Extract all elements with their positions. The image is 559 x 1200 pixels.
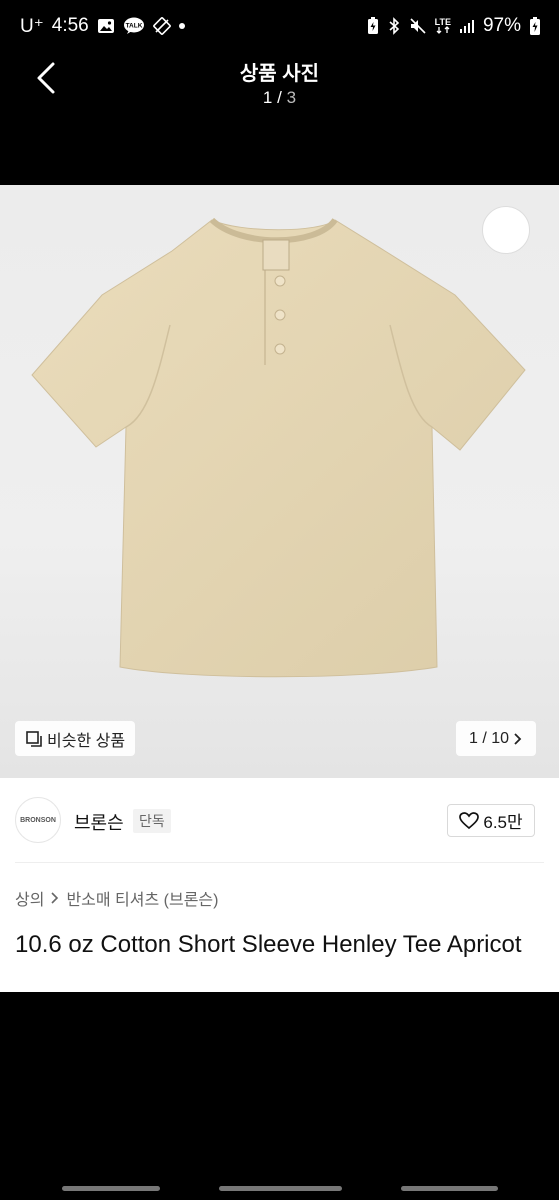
exclusive-badge: 단독 xyxy=(133,809,171,833)
brand-logo-text: BRONSON xyxy=(20,816,56,824)
breadcrumb-category-sub[interactable]: 반소매 티셔츠 (브론슨) xyxy=(66,886,218,910)
brand-logo[interactable]: BRONSON xyxy=(15,797,61,843)
mute-icon xyxy=(409,17,427,35)
kakaotalk-notification-icon: TALK xyxy=(123,17,145,35)
total-pages: 3 xyxy=(286,88,297,107)
battery-saver-icon xyxy=(367,17,379,35)
status-left: U⁺ 4:56 TALK xyxy=(20,15,185,38)
chevron-right-icon xyxy=(514,732,522,745)
photo-page-counter: 1 / 3 xyxy=(0,88,559,108)
image-counter-label: 1 / 10 xyxy=(468,729,510,747)
like-count: 6.5만 xyxy=(483,813,523,832)
heart-icon xyxy=(459,811,480,829)
lte-label: LTE xyxy=(434,17,451,27)
product-info-sheet: BRONSON 브론슨 단독 6.5만 상의 반소매 티셔츠 (브론슨) 10.… xyxy=(0,778,559,992)
carrier-label: U⁺ xyxy=(20,15,44,37)
page-title: 상품 사진 xyxy=(239,63,320,85)
category-breadcrumb: 상의 반소매 티셔츠 (브론슨) xyxy=(15,886,218,910)
henley-tee-image xyxy=(31,217,526,678)
like-button[interactable]: 6.5만 xyxy=(447,804,535,837)
status-bar: U⁺ 4:56 TALK LTE 97% xyxy=(0,0,559,52)
bluetooth-icon xyxy=(387,17,401,35)
nav-gesture-left[interactable] xyxy=(62,1186,160,1191)
product-image-gallery[interactable]: 비슷한 상품 1 / 10 xyxy=(0,185,559,778)
clock: 4:56 xyxy=(51,15,89,36)
copy-icon xyxy=(26,730,42,747)
screen-rotate-icon xyxy=(152,17,171,35)
breadcrumb-category-main[interactable]: 상의 xyxy=(15,886,44,910)
battery-percent: 97% xyxy=(482,15,521,36)
chevron-right-icon xyxy=(51,892,59,904)
signal-icon xyxy=(459,18,475,34)
similar-products-button[interactable]: 비슷한 상품 xyxy=(15,721,136,756)
more-notifications-dot xyxy=(178,23,185,29)
battery-icon xyxy=(529,16,541,36)
image-counter-button[interactable]: 1 / 10 xyxy=(456,721,536,756)
similar-products-label: 비슷한 상품 xyxy=(47,732,126,750)
divider xyxy=(15,862,544,863)
brand-name[interactable]: 브론슨 xyxy=(74,809,124,835)
kakao-badge-text: TALK xyxy=(125,23,142,30)
current-page: 1 xyxy=(262,88,273,107)
floating-action-button[interactable] xyxy=(482,206,530,254)
nav-gesture-right[interactable] xyxy=(401,1186,498,1191)
lte-icon: LTE xyxy=(435,18,451,34)
product-title: 10.6 oz Cotton Short Sleeve Henley Tee A… xyxy=(15,931,522,958)
status-right: LTE 97% xyxy=(367,15,541,37)
nav-gesture-home[interactable] xyxy=(219,1186,342,1191)
page-separator: / xyxy=(277,88,282,107)
gallery-notification-icon xyxy=(97,18,115,34)
photo-viewer-header: 상품 사진 1 / 3 xyxy=(0,52,559,112)
brand-row: BRONSON 브론슨 단독 6.5만 xyxy=(15,797,535,845)
